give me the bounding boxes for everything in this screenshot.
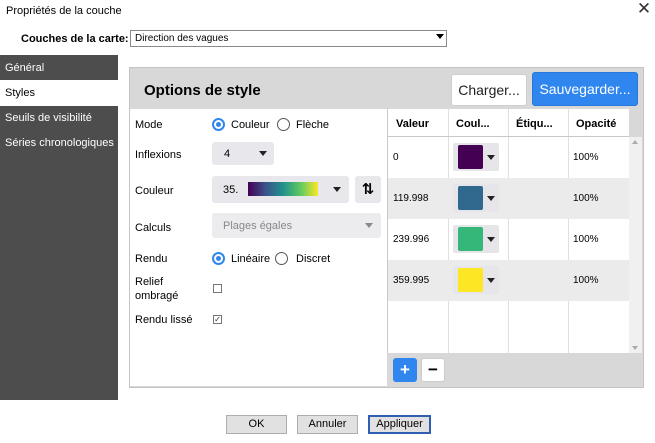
color-swatch bbox=[458, 227, 483, 251]
inflexions-select[interactable]: 4 bbox=[212, 142, 274, 165]
col-header-opacite[interactable]: Opacité bbox=[568, 109, 629, 137]
mode-couleur-label: Couleur bbox=[231, 119, 270, 131]
cell-opacite[interactable]: 100% bbox=[573, 178, 599, 219]
chevron-down-icon bbox=[487, 278, 495, 283]
chevron-down-icon bbox=[487, 237, 495, 242]
mode-label: Mode bbox=[135, 119, 163, 131]
style-form: Mode Couleur Flèche Inflexions 4 Couleur… bbox=[130, 109, 387, 386]
ok-button[interactable]: OK bbox=[226, 415, 287, 434]
color-swatch bbox=[458, 268, 483, 292]
sidebar-item-label: Général bbox=[5, 62, 45, 74]
load-button[interactable]: Charger... bbox=[451, 74, 527, 106]
chevron-down-icon bbox=[365, 223, 373, 228]
color-swatch bbox=[458, 186, 483, 210]
calculs-value: Plages égales bbox=[223, 220, 293, 232]
swap-icon[interactable]: ⇅ bbox=[355, 176, 381, 203]
rendu-lineaire-radio[interactable] bbox=[212, 252, 225, 265]
layer-label: Couches de la carte: bbox=[21, 33, 129, 45]
rendu-lineaire-label: Linéaire bbox=[231, 253, 271, 265]
mode-couleur-radio[interactable] bbox=[212, 118, 225, 131]
relief-label-line1: Relief bbox=[135, 276, 164, 288]
table-row[interactable]: 0 100% bbox=[388, 137, 629, 178]
cell-valeur[interactable]: 119.998 bbox=[393, 178, 428, 219]
cell-valeur[interactable]: 359.995 bbox=[393, 260, 429, 301]
rendu-lisse-label: Rendu lissé bbox=[135, 314, 193, 326]
chevron-down-icon bbox=[333, 187, 341, 192]
col-header-valeur[interactable]: Valeur bbox=[388, 109, 448, 137]
sidebar-item-label: Seuils de visibilité bbox=[5, 112, 92, 124]
color-swatch-picker[interactable] bbox=[453, 184, 499, 212]
color-swatch-picker[interactable] bbox=[453, 266, 499, 294]
color-swatch bbox=[458, 145, 483, 169]
save-button[interactable]: Sauvegarder... bbox=[532, 72, 638, 106]
rendu-label: Rendu bbox=[135, 253, 168, 265]
layer-select[interactable]: Direction des vagues bbox=[130, 30, 447, 47]
scroll-down-icon[interactable] bbox=[632, 346, 638, 350]
color-swatch-picker[interactable] bbox=[453, 143, 499, 171]
breakpoints-table: Valeur Coul... Étiqu... Opacité 0 100% 1… bbox=[387, 109, 629, 353]
chevron-down-icon bbox=[487, 196, 495, 201]
mode-fleche-radio[interactable] bbox=[277, 118, 290, 131]
layer-select-value: Direction des vagues bbox=[135, 33, 229, 44]
sidebar-item-styles[interactable]: Styles bbox=[0, 80, 118, 106]
cell-opacite[interactable]: 100% bbox=[573, 219, 599, 260]
chevron-down-icon bbox=[436, 34, 444, 39]
calculs-select[interactable]: Plages égales bbox=[212, 213, 381, 238]
couleur-label: Couleur bbox=[135, 185, 174, 197]
table-row[interactable]: 359.995 100% bbox=[388, 260, 629, 301]
window-title: Propriétés de la couche bbox=[6, 5, 122, 17]
chevron-down-icon bbox=[259, 151, 267, 156]
add-row-button[interactable]: + bbox=[393, 358, 417, 382]
rendu-discret-radio[interactable] bbox=[275, 252, 288, 265]
color-ramp-select[interactable]: 35. bbox=[212, 176, 349, 203]
table-row[interactable]: 119.998 100% bbox=[388, 178, 629, 219]
calculs-label: Calculs bbox=[135, 222, 172, 234]
cell-valeur[interactable]: 0 bbox=[393, 137, 399, 178]
relief-checkbox[interactable] bbox=[213, 284, 222, 293]
sidebar-item-label: Styles bbox=[5, 87, 35, 99]
scroll-up-icon[interactable] bbox=[632, 140, 638, 144]
table-scrollbar[interactable] bbox=[629, 137, 642, 353]
sidebar-item-visibility[interactable]: Seuils de visibilité bbox=[0, 105, 118, 131]
chevron-down-icon bbox=[487, 155, 495, 160]
sidebar-item-timeseries[interactable]: Séries chronologiques bbox=[0, 130, 118, 156]
remove-row-button[interactable]: − bbox=[421, 358, 445, 382]
rendu-lisse-checkbox[interactable]: ✓ bbox=[213, 315, 222, 324]
table-row[interactable]: 239.996 100% bbox=[388, 219, 629, 260]
color-swatch-picker[interactable] bbox=[453, 225, 499, 253]
cell-opacite[interactable]: 100% bbox=[573, 260, 599, 301]
sidebar: Général Styles Seuils de visibilité Séri… bbox=[0, 55, 118, 400]
sidebar-item-label: Séries chronologiques bbox=[5, 137, 114, 149]
cell-opacite[interactable]: 100% bbox=[573, 137, 599, 178]
inflexions-value: 4 bbox=[224, 148, 231, 160]
apply-button[interactable]: Appliquer bbox=[368, 415, 431, 434]
cancel-button[interactable]: Annuler bbox=[297, 415, 358, 434]
panel-title: Options de style bbox=[144, 82, 261, 99]
color-gradient-preview bbox=[248, 182, 318, 196]
sidebar-item-general[interactable]: Général bbox=[0, 55, 118, 81]
col-header-couleur[interactable]: Coul... bbox=[448, 109, 508, 137]
col-header-etiquette[interactable]: Étiqu... bbox=[508, 109, 568, 137]
color-ramp-value: 35. bbox=[223, 184, 239, 196]
mode-fleche-label: Flèche bbox=[296, 119, 330, 131]
rendu-discret-label: Discret bbox=[296, 253, 331, 265]
close-icon[interactable]: ✕ bbox=[636, 0, 652, 17]
inflexions-label: Inflexions bbox=[135, 149, 182, 161]
relief-label-line2: ombragé bbox=[135, 290, 179, 302]
cell-valeur[interactable]: 239.996 bbox=[393, 219, 429, 260]
